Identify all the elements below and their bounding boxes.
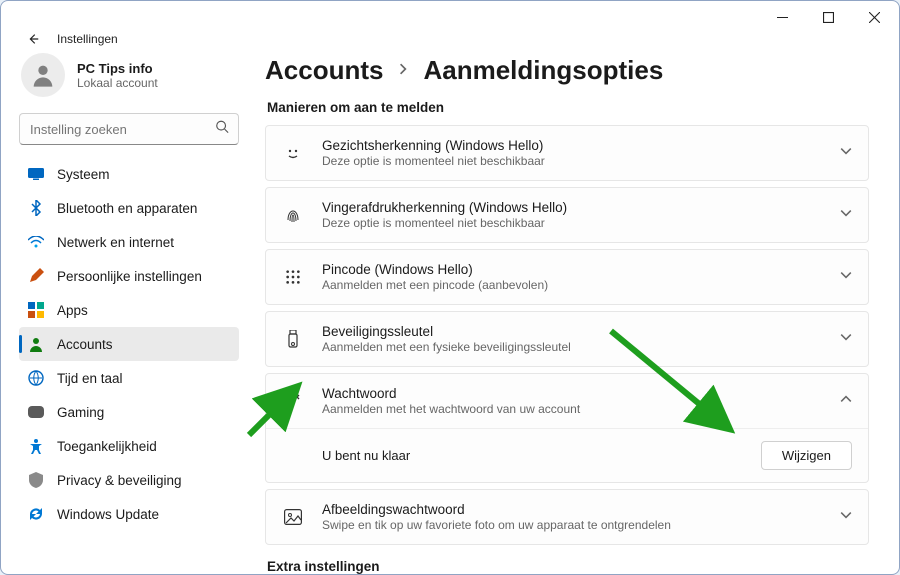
sidebar-item-label: Apps bbox=[57, 303, 88, 318]
sidebar-item-accessibility[interactable]: Toegankelijkheid bbox=[19, 429, 239, 463]
option-title: Wachtwoord bbox=[322, 386, 840, 401]
option-subtitle: Deze optie is momenteel niet beschikbaar bbox=[322, 154, 840, 168]
gaming-icon bbox=[27, 403, 45, 421]
breadcrumb-current: Aanmeldingsopties bbox=[423, 55, 663, 86]
option-fingerprint[interactable]: Vingerafdrukherkenning (Windows Hello) D… bbox=[265, 187, 869, 243]
option-password: Wachtwoord Aanmelden met het wachtwoord … bbox=[265, 373, 869, 483]
search-input[interactable] bbox=[19, 113, 239, 145]
chevron-down-icon bbox=[840, 268, 852, 286]
sidebar-item-time-language[interactable]: Tijd en taal bbox=[19, 361, 239, 395]
option-title: Vingerafdrukherkenning (Windows Hello) bbox=[322, 200, 840, 215]
option-password-header[interactable]: Wachtwoord Aanmelden met het wachtwoord … bbox=[266, 374, 868, 428]
profile-subtitle: Lokaal account bbox=[77, 76, 158, 90]
sidebar-item-windows-update[interactable]: Windows Update bbox=[19, 497, 239, 531]
sidebar-item-system[interactable]: Systeem bbox=[19, 157, 239, 191]
chevron-down-icon bbox=[840, 144, 852, 162]
usb-key-icon bbox=[280, 330, 306, 348]
sidebar-item-personalization[interactable]: Persoonlijke instellingen bbox=[19, 259, 239, 293]
apps-icon bbox=[27, 301, 45, 319]
sidebar-item-label: Gaming bbox=[57, 405, 104, 420]
option-picture-password[interactable]: Afbeeldingswachtwoord Swipe en tik op uw… bbox=[265, 489, 869, 545]
minimize-button[interactable] bbox=[759, 2, 805, 32]
chevron-right-icon bbox=[397, 62, 409, 80]
option-title: Afbeeldingswachtwoord bbox=[322, 502, 840, 517]
network-icon bbox=[27, 233, 45, 251]
main-content: Accounts Aanmeldingsopties Manieren om a… bbox=[249, 39, 899, 574]
option-subtitle: Aanmelden met een fysieke beveiligingssl… bbox=[322, 340, 840, 354]
maximize-button[interactable] bbox=[805, 2, 851, 32]
option-title: Gezichtsherkenning (Windows Hello) bbox=[322, 138, 840, 153]
system-icon bbox=[27, 165, 45, 183]
chevron-up-icon bbox=[840, 392, 852, 410]
chevron-down-icon bbox=[840, 508, 852, 526]
sidebar-item-label: Toegankelijkheid bbox=[57, 439, 157, 454]
nav: Systeem Bluetooth en apparaten Netwerk e… bbox=[19, 157, 239, 531]
search bbox=[19, 113, 239, 145]
key-icon bbox=[280, 392, 306, 410]
fingerprint-icon bbox=[280, 206, 306, 224]
chevron-down-icon bbox=[840, 330, 852, 348]
accessibility-icon bbox=[27, 437, 45, 455]
settings-window: Instellingen PC Tips info Lokaal account bbox=[0, 0, 900, 575]
password-ready-text: U bent nu klaar bbox=[322, 448, 761, 463]
sidebar-item-gaming[interactable]: Gaming bbox=[19, 395, 239, 429]
option-subtitle: Aanmelden met het wachtwoord van uw acco… bbox=[322, 402, 840, 416]
avatar bbox=[21, 53, 65, 97]
bluetooth-icon bbox=[27, 199, 45, 217]
sidebar-item-label: Accounts bbox=[57, 337, 113, 352]
close-button[interactable] bbox=[851, 2, 897, 32]
chevron-down-icon bbox=[840, 206, 852, 224]
profile-name: PC Tips info bbox=[77, 61, 158, 76]
picture-icon bbox=[280, 509, 306, 525]
sidebar-item-bluetooth[interactable]: Bluetooth en apparaten bbox=[19, 191, 239, 225]
option-subtitle: Aanmelden met een pincode (aanbevolen) bbox=[322, 278, 840, 292]
sidebar-item-network[interactable]: Netwerk en internet bbox=[19, 225, 239, 259]
profile[interactable]: PC Tips info Lokaal account bbox=[21, 53, 239, 97]
section-title: Manieren om aan te melden bbox=[267, 100, 869, 115]
sidebar-item-label: Privacy & beveiliging bbox=[57, 473, 182, 488]
option-pin[interactable]: Pincode (Windows Hello) Aanmelden met ee… bbox=[265, 249, 869, 305]
sidebar-item-label: Persoonlijke instellingen bbox=[57, 269, 202, 284]
sidebar-item-label: Systeem bbox=[57, 167, 110, 182]
option-title: Beveiligingssleutel bbox=[322, 324, 840, 339]
breadcrumb-parent[interactable]: Accounts bbox=[265, 55, 383, 86]
option-subtitle: Deze optie is momenteel niet beschikbaar bbox=[322, 216, 840, 230]
sidebar-item-label: Bluetooth en apparaten bbox=[57, 201, 197, 216]
sidebar-item-label: Windows Update bbox=[57, 507, 159, 522]
face-icon bbox=[280, 144, 306, 162]
pin-icon bbox=[280, 269, 306, 285]
accounts-icon bbox=[27, 335, 45, 353]
sidebar: PC Tips info Lokaal account Systeem Blue… bbox=[1, 39, 249, 574]
time-icon bbox=[27, 369, 45, 387]
update-icon bbox=[27, 505, 45, 523]
sidebar-item-privacy[interactable]: Privacy & beveiliging bbox=[19, 463, 239, 497]
option-face[interactable]: Gezichtsherkenning (Windows Hello) Deze … bbox=[265, 125, 869, 181]
sidebar-item-label: Tijd en taal bbox=[57, 371, 123, 386]
extra-settings-title: Extra instellingen bbox=[267, 559, 869, 574]
password-ready-row: U bent nu klaar Wijzigen bbox=[266, 428, 868, 482]
breadcrumb: Accounts Aanmeldingsopties bbox=[265, 55, 869, 86]
option-security-key[interactable]: Beveiligingssleutel Aanmelden met een fy… bbox=[265, 311, 869, 367]
personalization-icon bbox=[27, 267, 45, 285]
sidebar-item-label: Netwerk en internet bbox=[57, 235, 174, 250]
sidebar-item-accounts[interactable]: Accounts bbox=[19, 327, 239, 361]
sidebar-item-apps[interactable]: Apps bbox=[19, 293, 239, 327]
search-icon bbox=[215, 120, 229, 139]
shield-icon bbox=[27, 471, 45, 489]
option-title: Pincode (Windows Hello) bbox=[322, 262, 840, 277]
option-subtitle: Swipe en tik op uw favoriete foto om uw … bbox=[322, 518, 840, 532]
change-password-button[interactable]: Wijzigen bbox=[761, 441, 852, 470]
